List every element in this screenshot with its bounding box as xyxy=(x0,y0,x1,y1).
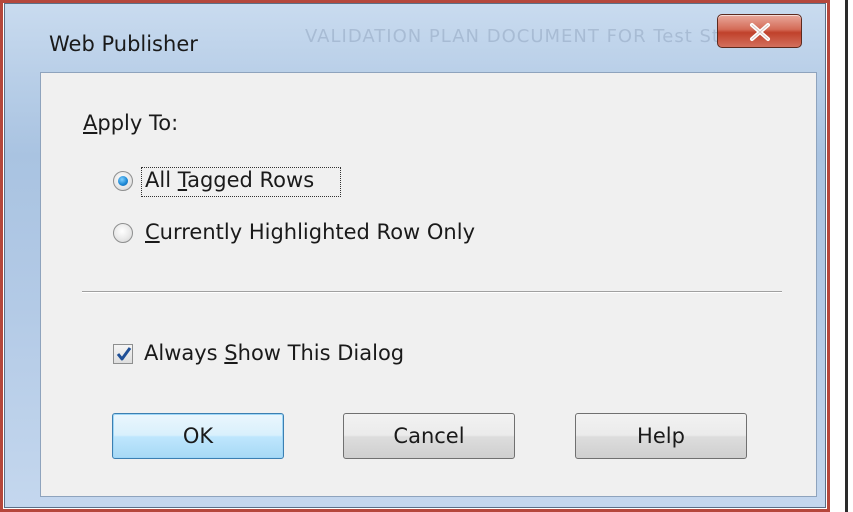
checkmark-icon xyxy=(116,347,132,361)
radio-currently-highlighted-row[interactable] xyxy=(113,223,133,243)
option-text: how This Dialog xyxy=(237,341,405,365)
option-all-tagged-rows-label[interactable]: All Tagged Rows xyxy=(145,168,314,192)
option-accel: C xyxy=(145,220,160,244)
dialog-client-area: Apply To: All Tagged Rows Currently High… xyxy=(40,72,817,497)
always-show-checkbox[interactable] xyxy=(113,344,133,364)
apply-to-label-text: pply To: xyxy=(97,111,179,135)
option-accel: T xyxy=(177,168,188,192)
option-accel: S xyxy=(224,341,238,365)
radio-all-tagged-rows[interactable] xyxy=(113,171,133,191)
window-title: Web Publisher xyxy=(49,32,198,56)
background-window-title: VALIDATION PLAN DOCUMENT FOR Test Studio xyxy=(305,26,763,47)
close-icon xyxy=(750,23,770,41)
ok-button[interactable]: OK xyxy=(112,413,284,459)
right-edge-strip xyxy=(830,0,853,512)
option-currently-highlighted-row-label[interactable]: Currently Highlighted Row Only xyxy=(145,220,475,244)
option-text: urrently Highlighted Row Only xyxy=(159,220,475,244)
separator xyxy=(82,291,782,293)
option-text: All xyxy=(145,168,178,192)
always-show-label[interactable]: Always Show This Dialog xyxy=(144,341,404,365)
option-text: Always xyxy=(144,341,225,365)
right-edge-rule xyxy=(845,0,848,512)
apply-to-label: Apply To: xyxy=(83,111,178,135)
apply-to-accel: A xyxy=(83,111,98,135)
help-button[interactable]: Help xyxy=(575,413,747,459)
option-text: agged Rows xyxy=(187,168,315,192)
dialog-window: VALIDATION PLAN DOCUMENT FOR Test Studio… xyxy=(4,3,826,508)
close-button[interactable] xyxy=(717,14,802,48)
cancel-button[interactable]: Cancel xyxy=(343,413,515,459)
